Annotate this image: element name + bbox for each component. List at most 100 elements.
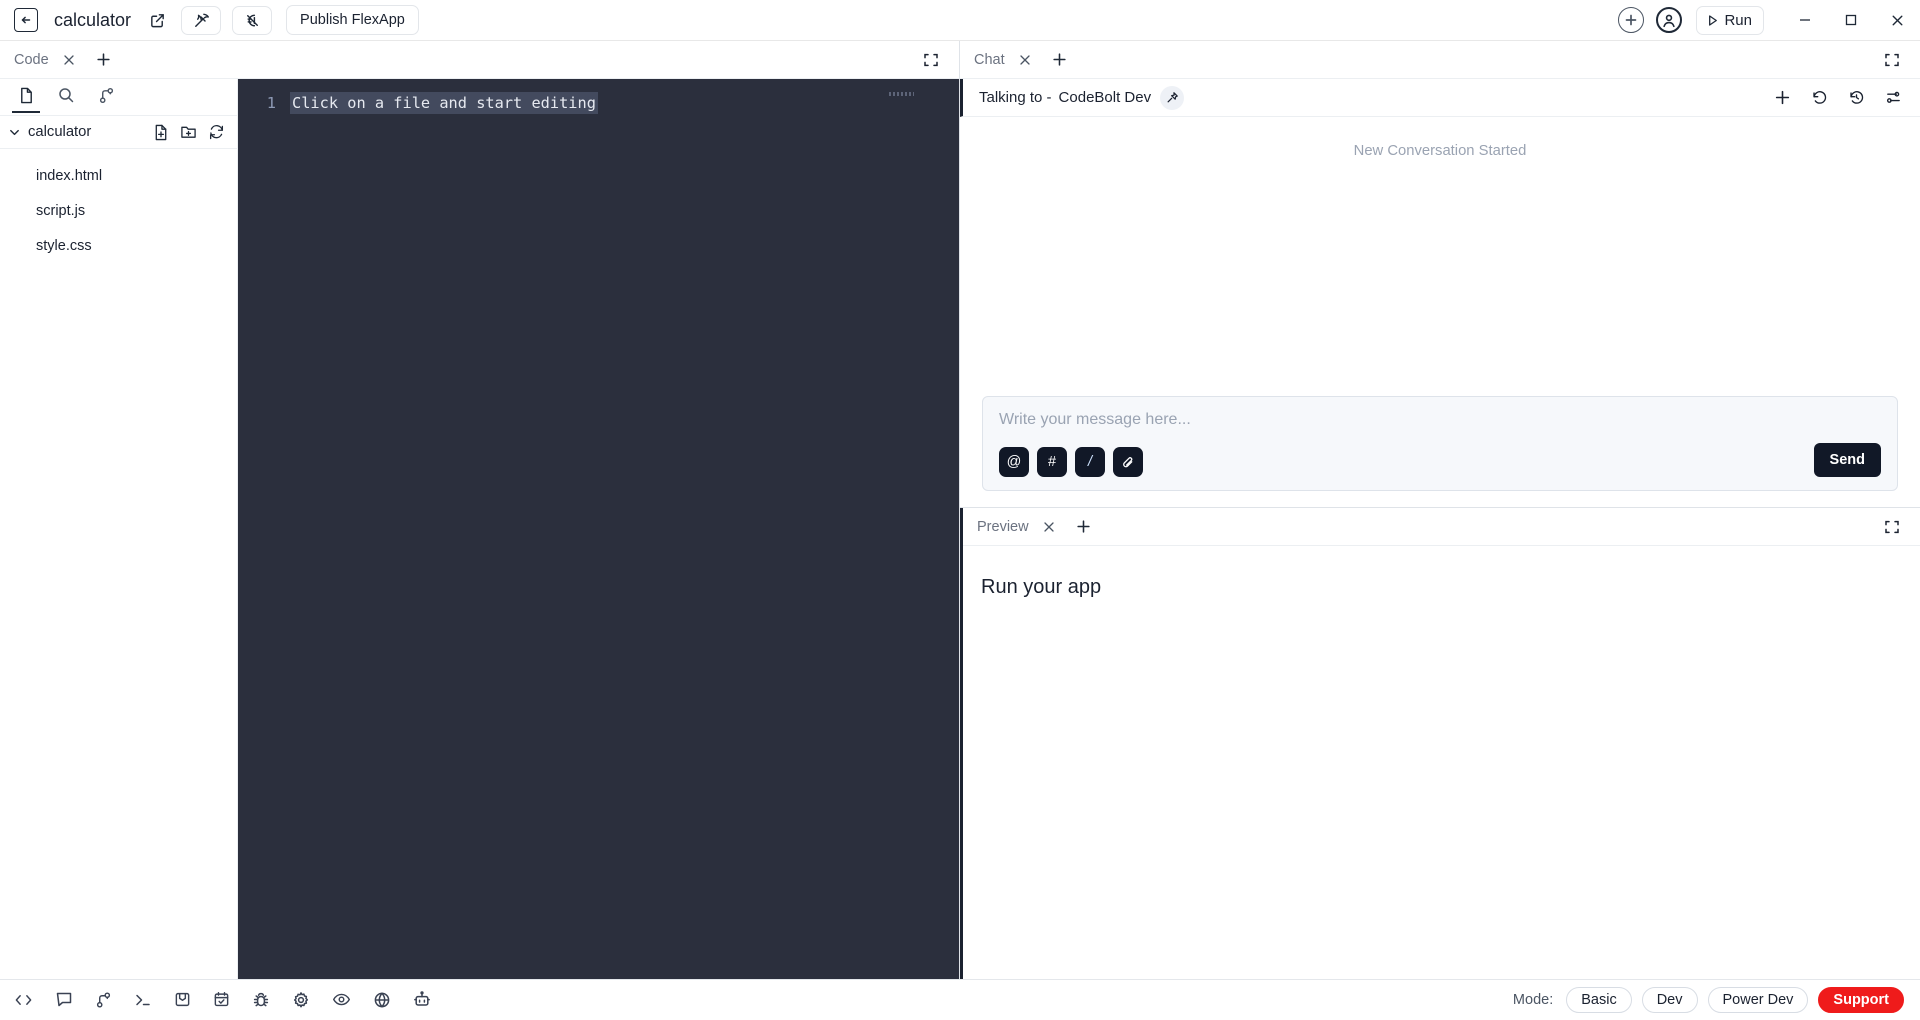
list-item[interactable]: style.css bbox=[0, 228, 237, 263]
undo-button[interactable] bbox=[1811, 89, 1828, 106]
external-link-icon bbox=[150, 13, 164, 27]
expand-chat-panel-button[interactable] bbox=[1884, 52, 1900, 68]
composer-wrapper: Write your message here... @ # / Send bbox=[960, 396, 1920, 507]
support-button[interactable]: Support bbox=[1818, 986, 1904, 1013]
sidebar-item-search[interactable] bbox=[54, 82, 78, 112]
tab-chat[interactable]: Chat bbox=[974, 52, 1005, 68]
bug-icon[interactable] bbox=[252, 991, 270, 1009]
close-icon bbox=[64, 54, 74, 65]
editor-minimap[interactable] bbox=[889, 92, 914, 96]
open-external-button[interactable] bbox=[143, 6, 171, 34]
new-file-button[interactable] bbox=[153, 124, 169, 141]
sidebar-item-source-control[interactable] bbox=[94, 82, 118, 112]
title-bar: calculator Publish FlexApp Run bbox=[0, 0, 1920, 41]
mode-dev-button[interactable]: Dev bbox=[1641, 986, 1698, 1013]
title-bar-right: Run bbox=[1618, 0, 1920, 40]
expand-code-panel-button[interactable] bbox=[923, 52, 939, 68]
chat-header-actions bbox=[1774, 89, 1902, 106]
plug-button[interactable] bbox=[232, 5, 273, 35]
attachment-chip[interactable] bbox=[1113, 447, 1143, 477]
run-label: Run bbox=[1724, 11, 1752, 29]
pickaxe-icon bbox=[194, 13, 209, 27]
file-tree-root[interactable]: calculator bbox=[0, 116, 237, 149]
send-button[interactable]: Send bbox=[1813, 443, 1881, 477]
new-code-tab-button[interactable] bbox=[96, 52, 111, 67]
chat-history-button[interactable] bbox=[1848, 89, 1865, 106]
refresh-icon bbox=[209, 124, 224, 139]
mode-power-dev-button[interactable]: Power Dev bbox=[1707, 986, 1809, 1013]
run-button[interactable]: Run bbox=[1696, 5, 1764, 35]
chat-settings-button[interactable] bbox=[1885, 89, 1902, 106]
list-item[interactable]: script.js bbox=[0, 193, 237, 228]
back-button[interactable] bbox=[14, 8, 38, 32]
main-body: Code calculator index.html script.js sty… bbox=[0, 41, 1920, 979]
source-control-icon[interactable] bbox=[95, 991, 112, 1009]
add-button[interactable] bbox=[1618, 7, 1645, 33]
search-icon bbox=[59, 88, 74, 103]
plus-icon bbox=[1076, 520, 1090, 533]
status-bar: Mode: Basic Dev Power Dev Support bbox=[0, 979, 1920, 1019]
new-chat-tab-button[interactable] bbox=[1052, 52, 1067, 67]
conversation-status: New Conversation Started bbox=[1353, 143, 1527, 159]
message-input[interactable]: Write your message here... bbox=[999, 411, 1881, 429]
file-sidebar: calculator index.html script.js style.cs… bbox=[0, 79, 238, 979]
file-list: index.html script.js style.css bbox=[0, 149, 237, 263]
plug-disconnect-icon bbox=[246, 14, 258, 26]
gear-icon[interactable] bbox=[292, 991, 310, 1009]
fullscreen-icon bbox=[924, 53, 938, 66]
tab-preview[interactable]: Preview bbox=[977, 519, 1029, 535]
code-main: calculator index.html script.js style.cs… bbox=[0, 79, 959, 979]
hash-chip[interactable]: # bbox=[1037, 447, 1067, 477]
close-code-tab-button[interactable] bbox=[62, 53, 76, 67]
plus-icon bbox=[1775, 90, 1790, 105]
code-brackets-icon[interactable] bbox=[14, 992, 33, 1008]
plus-icon bbox=[1053, 53, 1066, 66]
mention-chip[interactable]: @ bbox=[999, 447, 1029, 477]
agent-name[interactable]: CodeBolt Dev bbox=[1059, 89, 1152, 106]
editor-placeholder-text: Click on a file and start editing bbox=[290, 92, 598, 114]
sidebar-item-files[interactable] bbox=[12, 82, 40, 113]
close-icon bbox=[1892, 15, 1902, 25]
slash-command-chip[interactable]: / bbox=[1075, 447, 1105, 477]
fullscreen-icon bbox=[1885, 53, 1899, 66]
maximize-button[interactable] bbox=[1828, 0, 1874, 41]
message-composer[interactable]: Write your message here... @ # / Send bbox=[982, 396, 1898, 491]
chat-tabbar: Chat bbox=[960, 41, 1920, 79]
expand-preview-panel-button[interactable] bbox=[1884, 519, 1900, 535]
status-bar-icons bbox=[14, 991, 431, 1009]
paperclip-icon bbox=[1122, 456, 1132, 467]
back-arrow-icon bbox=[21, 16, 31, 24]
close-icon bbox=[1019, 54, 1030, 65]
new-folder-icon bbox=[181, 126, 196, 138]
new-folder-button[interactable] bbox=[180, 124, 197, 141]
status-bar-right: Mode: Basic Dev Power Dev Support bbox=[1513, 986, 1904, 1013]
refresh-button[interactable] bbox=[208, 124, 225, 141]
chat-panel: Chat Talking to - CodeBolt Dev New Conve… bbox=[960, 41, 1920, 508]
calendar-check-icon[interactable] bbox=[213, 991, 230, 1008]
globe-icon[interactable] bbox=[373, 991, 391, 1009]
inbox-icon[interactable] bbox=[174, 991, 191, 1008]
publish-flexapp-button[interactable]: Publish FlexApp bbox=[286, 5, 419, 35]
file-tree-root-label: calculator bbox=[28, 124, 92, 140]
new-preview-tab-button[interactable] bbox=[1076, 519, 1091, 534]
close-preview-tab-button[interactable] bbox=[1042, 520, 1056, 534]
code-editor[interactable]: 1 Click on a file and start editing bbox=[238, 79, 959, 979]
new-chat-button[interactable] bbox=[1774, 89, 1791, 106]
mode-basic-button[interactable]: Basic bbox=[1566, 986, 1632, 1013]
chat-messages: New Conversation Started bbox=[960, 117, 1920, 396]
eye-icon[interactable] bbox=[332, 992, 351, 1007]
maximize-icon bbox=[1845, 14, 1857, 26]
minimize-icon bbox=[1800, 19, 1810, 21]
pin-agent-button[interactable] bbox=[1160, 85, 1185, 110]
avatar[interactable] bbox=[1656, 7, 1683, 33]
chat-bubble-icon[interactable] bbox=[55, 991, 73, 1008]
tab-code[interactable]: Code bbox=[14, 52, 49, 68]
close-chat-tab-button[interactable] bbox=[1018, 53, 1032, 67]
close-button[interactable] bbox=[1874, 0, 1920, 41]
terminal-icon[interactable] bbox=[134, 992, 152, 1008]
build-button[interactable] bbox=[181, 5, 222, 35]
minimize-button[interactable] bbox=[1782, 0, 1828, 41]
list-item[interactable]: index.html bbox=[0, 158, 237, 193]
robot-icon[interactable] bbox=[413, 991, 431, 1008]
page-title: calculator bbox=[54, 9, 132, 30]
